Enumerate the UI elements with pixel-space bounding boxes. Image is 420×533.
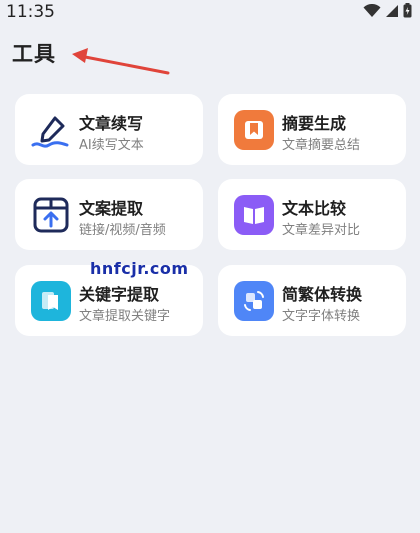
bookmark-icon [234, 110, 274, 150]
page-title: 工具 [12, 42, 56, 66]
tool-subtitle: 链接/视频/音频 [79, 223, 166, 238]
tool-card-text-compare[interactable]: 文本比较 文章差异对比 [218, 179, 406, 250]
upload-box-icon [31, 195, 71, 235]
status-bar: 11:35 [0, 0, 420, 26]
tool-title: 文本比较 [282, 199, 347, 218]
tool-subtitle: 文字字体转换 [282, 309, 361, 324]
annotation-arrow-icon [72, 48, 170, 75]
status-icons [363, 3, 412, 18]
watermark: hnfcjr.com [90, 259, 189, 278]
battery-icon [403, 3, 412, 18]
tool-title: 简繁体转换 [282, 285, 363, 304]
tool-subtitle: AI续写文本 [79, 138, 144, 153]
pen-icon [31, 110, 71, 150]
tool-card-article-continue[interactable]: 文章续写 AI续写文本 [15, 94, 203, 165]
wifi-icon [363, 3, 381, 17]
status-time: 11:35 [6, 2, 55, 22]
tool-card-summary[interactable]: 摘要生成 文章摘要总结 [218, 94, 406, 165]
tool-subtitle: 文章差异对比 [282, 223, 361, 238]
book-icon [234, 195, 274, 235]
tool-title: 关键字提取 [79, 285, 160, 304]
signal-icon [386, 4, 398, 17]
tool-title: 摘要生成 [282, 114, 347, 133]
tool-subtitle: 文章摘要总结 [282, 138, 361, 153]
convert-icon [234, 281, 274, 321]
tool-card-simplified-traditional[interactable]: 简繁体转换 文字字体转换 [218, 265, 406, 336]
key-doc-icon [31, 281, 71, 321]
tool-title: 文章续写 [79, 114, 144, 133]
tool-subtitle: 文章提取关键字 [79, 309, 171, 324]
tool-card-text-extract[interactable]: 文案提取 链接/视频/音频 [15, 179, 203, 250]
tool-title: 文案提取 [79, 199, 144, 218]
